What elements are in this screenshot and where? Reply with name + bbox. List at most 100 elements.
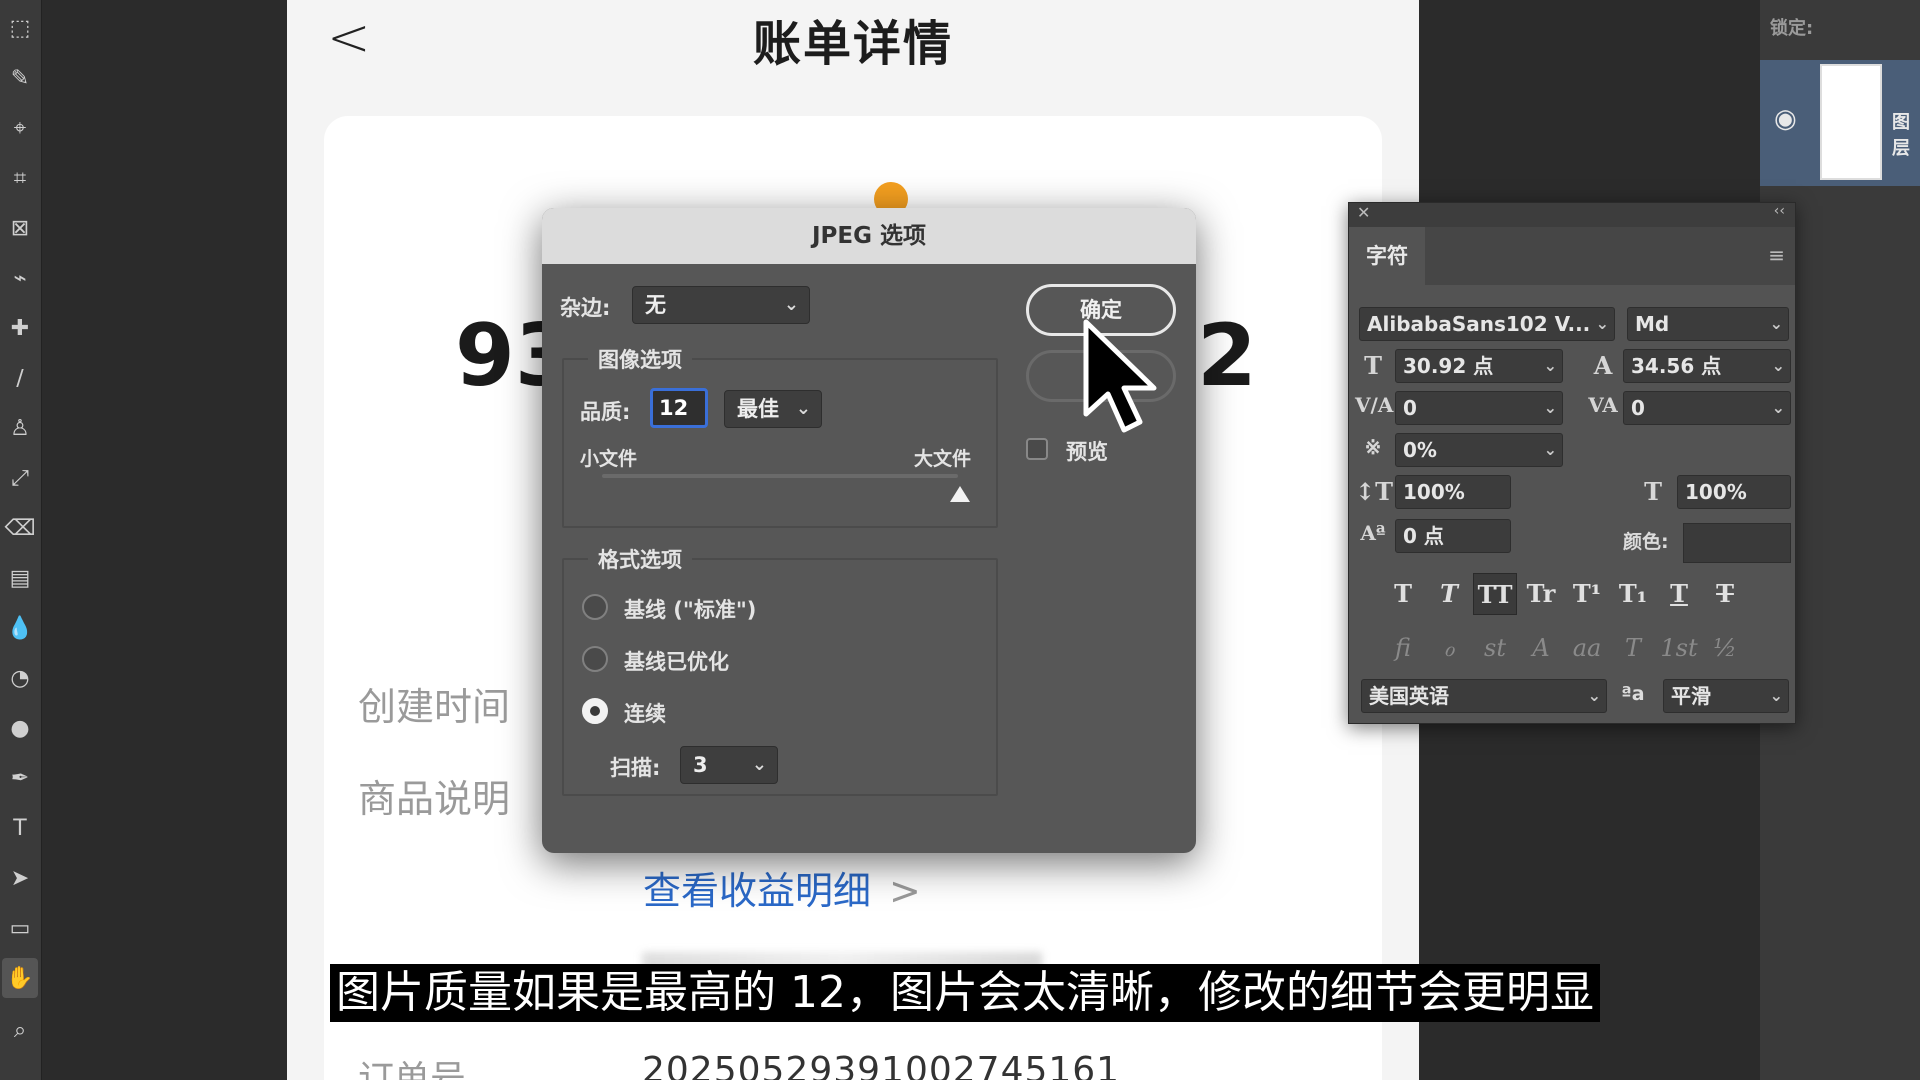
quality-input[interactable]: 12 [650,388,708,428]
old-style-button[interactable]: ℴ [1427,627,1471,669]
antialias-value: 平滑 [1671,684,1711,708]
quality-slider-track[interactable] [602,474,958,478]
crop-tool-icon[interactable]: ⌗ [2,158,38,198]
all-caps-button[interactable]: TT [1473,573,1517,615]
quality-preset-select[interactable]: 最佳 ⌄ [724,390,822,428]
lasso-tool-icon[interactable]: ✎ [2,58,38,98]
collapse-icon[interactable]: ‹‹ [1774,203,1785,219]
faux-bold-button[interactable]: T [1381,573,1425,615]
type-tool-icon[interactable]: T [2,808,38,848]
kerning-icon: V/A [1355,393,1394,417]
dodge-tool-icon[interactable]: ◔ [2,658,38,698]
chevron-down-icon: ⌄ [1587,686,1601,705]
frame-tool-icon[interactable]: ⊠ [2,208,38,248]
small-file-label: 小文件 [580,448,638,470]
titling-alternates-button[interactable]: T [1611,627,1655,669]
view-earnings-link: 查看收益明细 > [643,860,921,915]
progressive-radio[interactable] [582,698,608,724]
format-options-title: 格式选项 [588,544,692,574]
underline-button[interactable]: T [1657,573,1701,615]
quality-slider-thumb[interactable] [950,486,970,502]
tracking-field[interactable]: 0 ⌄ [1623,391,1791,425]
history-brush-tool-icon[interactable]: ⤢ [2,458,38,498]
kerning-field[interactable]: 0 ⌄ [1395,391,1563,425]
preview-checkbox[interactable] [1026,438,1048,460]
baseline-optimized-radio[interactable] [582,646,608,672]
font-family-value: AlibabaSans102 V... [1367,312,1591,336]
layer-row[interactable]: ◉ 图层 [1760,60,1920,186]
brush-tool-icon[interactable]: ∕ [2,358,38,398]
healing-tool-icon[interactable]: ✚ [2,308,38,348]
mouse-cursor-icon [1083,319,1157,433]
matte-select[interactable]: 无 ⌄ [632,286,810,324]
swash-button[interactable]: A [1519,627,1563,669]
horizontal-scale-icon: T [1644,477,1662,506]
close-icon[interactable]: ✕ [1357,203,1370,222]
object-select-tool-icon[interactable]: ⌖ [2,108,38,148]
hand-tool-icon[interactable]: ✋ [2,958,38,998]
zoom-tool-icon[interactable]: ⌕ [2,1010,38,1050]
eyedropper-tool-icon[interactable]: ⌁ [2,258,38,298]
subscript-button[interactable]: T₁ [1611,573,1655,615]
baseline-shift-field[interactable]: 0 点 [1395,519,1511,553]
strikethrough-button[interactable]: T [1703,573,1747,615]
baseline-shift-icon: Aª [1360,521,1386,545]
large-file-label: 大文件 [914,448,972,470]
stylistic-alternates-button[interactable]: aa [1565,627,1609,669]
scans-label: 扫描: [610,756,661,780]
superscript-button[interactable]: T¹ [1565,573,1609,615]
leading-value: 34.56 点 [1631,354,1722,378]
view-earnings-text: 查看收益明细 [643,869,872,913]
kerning-value: 0 [1403,396,1417,420]
stamp-tool-icon[interactable]: ♙ [2,408,38,448]
chevron-down-icon: ⌄ [751,754,767,775]
font-family-select[interactable]: AlibabaSans102 V... ⌄ [1359,307,1615,341]
layer-thumbnail [1820,64,1882,180]
chevron-down-icon: ⌄ [1771,356,1785,375]
marquee-tool-icon[interactable]: ⬚ [2,8,38,48]
jpeg-options-dialog: JPEG 选项 杂边: 无 ⌄ 图像选项 品质: 12 最佳 ⌄ 小文件 大文件 格… [542,208,1196,853]
fractions-button[interactable]: ½ [1703,627,1747,669]
baseline-standard-radio[interactable] [582,594,608,620]
language-value: 美国英语 [1369,684,1449,708]
tsume-icon: ※ [1364,435,1382,459]
chevron-down-icon: ⌄ [795,398,811,419]
discretionary-ligature-button[interactable]: st [1473,627,1517,669]
chevron-right-icon: > [889,869,921,913]
tsume-field[interactable]: 0% ⌄ [1395,433,1563,467]
antialias-select[interactable]: 平滑 ⌄ [1663,679,1789,713]
tab-character[interactable]: 字符 [1349,227,1425,285]
vertical-scale-value: 100% [1403,480,1465,504]
baseline-standard-label: 基线 ("标准") [624,598,757,622]
dialog-title: JPEG 选项 [542,208,1196,264]
eye-icon[interactable]: ◉ [1774,104,1797,134]
path-select-tool-icon[interactable]: ➤ [2,858,38,898]
color-swatch[interactable] [1683,523,1791,563]
vertical-scale-field[interactable]: 100% [1395,475,1511,509]
small-caps-button[interactable]: Tr [1519,573,1563,615]
language-select[interactable]: 美国英语 ⌄ [1361,679,1607,713]
chevron-down-icon: ⌄ [1769,686,1783,705]
order-number-label: 订单号 [358,1059,467,1080]
font-style-value: Md [1635,312,1670,336]
panel-menu-icon[interactable]: ≡ [1768,243,1785,267]
horizontal-scale-field[interactable]: 100% [1677,475,1791,509]
ligature-button[interactable]: ﬁ [1381,627,1425,669]
rectangle-tool-icon[interactable]: ▭ [2,908,38,948]
faux-italic-button[interactable]: T [1427,573,1471,615]
tools-panel: ⬚ ✎ ⌖ ⌗ ⊠ ⌁ ✚ ∕ ♙ ⤢ ⌫ ▤ 💧 ◔ ● ✒ T ➤ ▭ ✋ … [0,0,42,1080]
burn-tool-icon[interactable]: ● [2,708,38,748]
panel-topbar: ✕ ‹‹ [1349,203,1795,227]
font-style-select[interactable]: Md ⌄ [1627,307,1789,341]
font-size-field[interactable]: 30.92 点 ⌄ [1395,349,1563,383]
gradient-tool-icon[interactable]: ▤ [2,558,38,598]
ordinals-button[interactable]: 1st [1657,627,1701,669]
eraser-tool-icon[interactable]: ⌫ [2,508,38,548]
created-time-label: 创建时间 [358,685,511,729]
blur-tool-icon[interactable]: 💧 [2,608,38,648]
chevron-down-icon: ⌄ [1595,314,1609,333]
leading-field[interactable]: 34.56 点 ⌄ [1623,349,1791,383]
scans-select[interactable]: 3 ⌄ [680,746,778,784]
chevron-down-icon: ⌄ [1543,398,1557,417]
pen-tool-icon[interactable]: ✒ [2,758,38,798]
